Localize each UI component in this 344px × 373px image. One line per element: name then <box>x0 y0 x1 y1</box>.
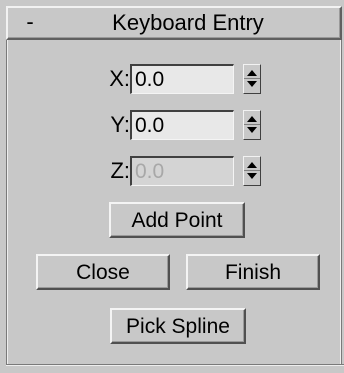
rollout-title[interactable]: Keyboard Entry <box>44 8 332 38</box>
spinner-up-icon[interactable] <box>247 116 257 122</box>
spinner-divider <box>244 124 260 125</box>
y-field-row: Y: <box>6 110 342 140</box>
spinner-up-icon[interactable] <box>247 70 257 76</box>
spinner-down-icon[interactable] <box>247 81 257 87</box>
z-input <box>130 156 234 186</box>
z-spinner <box>243 156 261 186</box>
spinner-divider <box>244 78 260 79</box>
y-input[interactable] <box>130 110 234 140</box>
x-spinner[interactable] <box>243 64 261 94</box>
spinner-down-icon[interactable] <box>247 127 257 133</box>
z-label: Z: <box>110 158 130 183</box>
x-label: X: <box>109 66 130 91</box>
pick-spline-button[interactable]: Pick Spline <box>110 308 246 344</box>
collapse-toggle-icon[interactable]: - <box>20 8 40 38</box>
z-field-row: Z: <box>6 156 342 186</box>
x-input[interactable] <box>130 64 234 94</box>
finish-button[interactable]: Finish <box>186 254 320 290</box>
close-button[interactable]: Close <box>36 254 170 290</box>
spinner-down-icon <box>247 173 257 179</box>
x-field-row: X: <box>6 64 342 94</box>
y-spinner[interactable] <box>243 110 261 140</box>
y-label: Y: <box>110 112 130 137</box>
spinner-divider <box>244 170 260 171</box>
keyboard-entry-rollout: - Keyboard Entry X: Y: Z: Add P <box>6 6 344 367</box>
rollout-frame-bottom <box>6 364 344 366</box>
spinner-up-icon <box>247 162 257 168</box>
add-point-button[interactable]: Add Point <box>109 202 245 238</box>
rollout-header[interactable]: - Keyboard Entry <box>6 6 342 40</box>
